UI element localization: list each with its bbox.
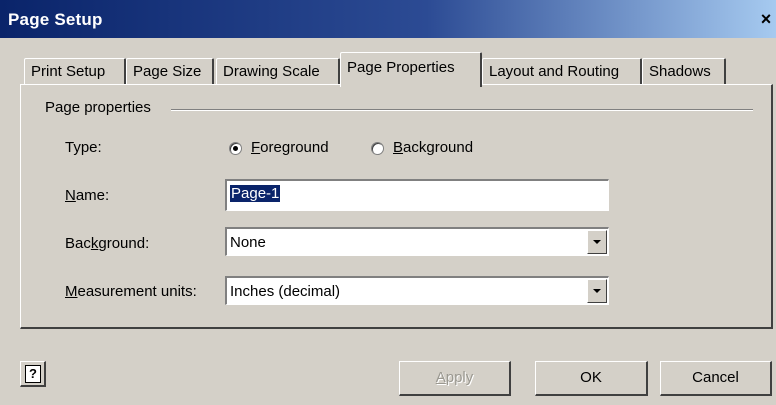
tab-layout-and-routing[interactable]: Layout and Routing bbox=[482, 58, 642, 84]
apply-rest: pply bbox=[445, 369, 474, 386]
foreground-radio-label[interactable]: Foreground bbox=[251, 139, 329, 156]
background-radio-label[interactable]: Background bbox=[393, 139, 473, 156]
chevron-down-icon bbox=[593, 240, 601, 244]
tab-page-size[interactable]: Page Size bbox=[126, 58, 214, 84]
radio-selected-dot bbox=[233, 146, 238, 151]
background-label: Background: bbox=[65, 235, 149, 252]
background-label-rest: ground: bbox=[98, 235, 150, 252]
background-accel: B bbox=[393, 139, 404, 156]
name-rest: ame: bbox=[75, 187, 110, 204]
tab-shadows[interactable]: Shadows bbox=[642, 58, 726, 84]
tab-page-properties[interactable]: Page Properties bbox=[340, 52, 482, 87]
name-value: Page-1 bbox=[230, 185, 281, 202]
cancel-button[interactable]: Cancel bbox=[660, 361, 772, 396]
name-label: Name: bbox=[65, 187, 109, 204]
ok-button[interactable]: OK bbox=[535, 361, 648, 396]
help-button[interactable]: ? bbox=[20, 361, 46, 387]
foreground-accel: F bbox=[251, 139, 261, 156]
dialog-title: Page Setup bbox=[8, 10, 103, 29]
type-label: Type: bbox=[65, 139, 102, 156]
name-accel: N bbox=[65, 187, 76, 204]
background-select[interactable]: None bbox=[225, 227, 609, 256]
tab-drawing-scale[interactable]: Drawing Scale bbox=[216, 58, 340, 84]
measurement-units-dropdown-button[interactable] bbox=[587, 279, 607, 303]
background-rest: ackground bbox=[403, 139, 474, 156]
foreground-radio[interactable] bbox=[229, 142, 242, 155]
page-setup-dialog: Page Setup × Print Setup Page Size Drawi… bbox=[0, 0, 776, 405]
background-dropdown-button[interactable] bbox=[587, 230, 607, 254]
page-properties-panel: Page properties Type: Foreground Backgro… bbox=[20, 84, 773, 329]
help-icon: ? bbox=[25, 365, 41, 383]
group-title: Page properties bbox=[45, 99, 157, 116]
close-icon[interactable]: × bbox=[758, 10, 774, 28]
chevron-down-icon bbox=[593, 289, 601, 293]
measurement-rest: easurement units: bbox=[77, 283, 197, 300]
measurement-units-select[interactable]: Inches (decimal) bbox=[225, 276, 609, 305]
tab-print-setup[interactable]: Print Setup bbox=[24, 58, 126, 84]
name-input[interactable]: Page-1 bbox=[225, 179, 609, 211]
background-label-pre: Bac bbox=[65, 235, 91, 252]
measurement-units-value: Inches (decimal) bbox=[230, 283, 341, 300]
group-divider bbox=[171, 109, 753, 111]
background-select-value: None bbox=[230, 234, 266, 251]
apply-accel: A bbox=[435, 369, 446, 386]
background-radio[interactable] bbox=[371, 142, 384, 155]
apply-button[interactable]: Apply bbox=[399, 361, 511, 396]
foreground-rest: oreground bbox=[260, 139, 329, 156]
measurement-accel: M bbox=[65, 283, 78, 300]
title-bar: Page Setup × bbox=[0, 0, 776, 38]
measurement-units-label: Measurement units: bbox=[65, 283, 197, 300]
